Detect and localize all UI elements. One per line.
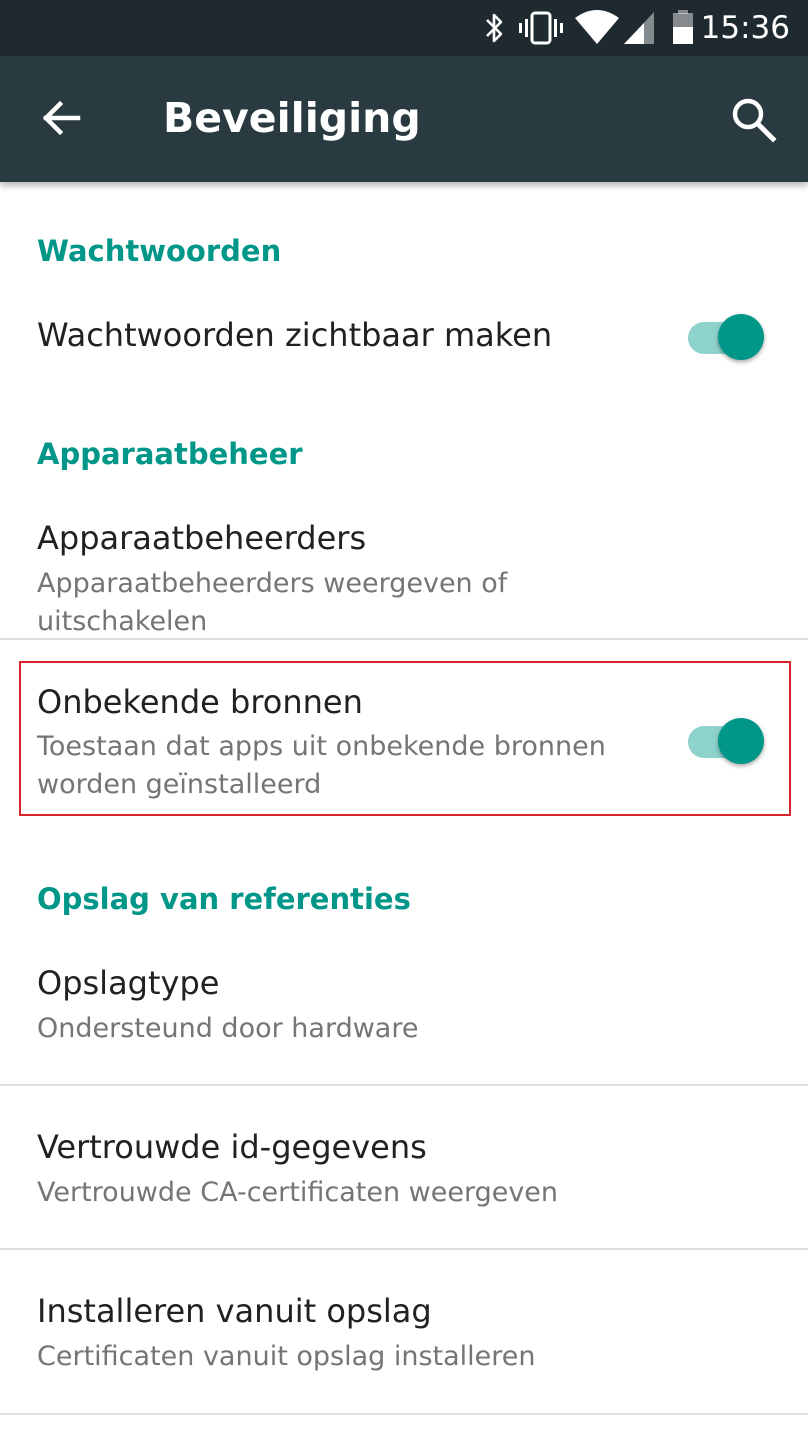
section-header-passwords: Wachtwoorden: [37, 234, 282, 268]
setting-trusted-credentials[interactable]: Vertrouwde id-gegevens Vertrouwde CA-cer…: [0, 1086, 808, 1248]
vibrate-icon: [519, 11, 563, 45]
setting-title: Wachtwoorden zichtbaar maken: [37, 316, 553, 354]
highlight-annotation: [19, 661, 791, 816]
battery-icon: [673, 10, 693, 44]
section-header-credential-storage: Opslag van referenties: [37, 882, 411, 916]
setting-install-from-storage[interactable]: Installeren vanuit opslag Certificaten v…: [0, 1250, 808, 1412]
settings-list: Wachtwoorden Wachtwoorden zichtbaar make…: [0, 182, 808, 1436]
search-icon[interactable]: [728, 94, 780, 146]
show-passwords-toggle[interactable]: [686, 310, 766, 366]
wifi-icon: [575, 10, 619, 44]
arrow-left-icon[interactable]: [38, 94, 86, 142]
cell-signal-icon: [624, 12, 654, 44]
setting-title: Apparaatbeheerders: [37, 519, 367, 557]
setting-device-admins[interactable]: Apparaatbeheerders Apparaatbeheerders we…: [0, 487, 808, 637]
page-title: Beveiliging: [163, 94, 421, 142]
status-bar: 15:36: [0, 0, 808, 56]
bluetooth-icon: [486, 13, 503, 43]
section-header-device-admin: Apparaatbeheer: [37, 437, 303, 471]
setting-summary: Vertrouwde CA-certificaten weergeven: [37, 1177, 559, 1208]
app-toolbar: Beveiliging: [0, 56, 808, 182]
setting-summary: Certificaten vanuit opslag installeren: [37, 1341, 536, 1372]
setting-title: Vertrouwde id-gegevens: [37, 1128, 427, 1166]
setting-show-passwords[interactable]: Wachtwoorden zichtbaar maken: [0, 282, 808, 392]
setting-summary: Ondersteund door hardware: [37, 1013, 419, 1044]
toggle-thumb: [718, 314, 764, 360]
setting-title: Installeren vanuit opslag: [37, 1292, 432, 1330]
status-time: 15:36: [700, 10, 790, 46]
list-divider: [0, 1413, 808, 1415]
list-divider: [0, 638, 808, 640]
setting-storage-type[interactable]: Opslagtype Ondersteund door hardware: [0, 934, 808, 1084]
setting-title: Opslagtype: [37, 964, 220, 1002]
setting-summary: Apparaatbeheerders weergeven of uitschak…: [37, 568, 508, 637]
